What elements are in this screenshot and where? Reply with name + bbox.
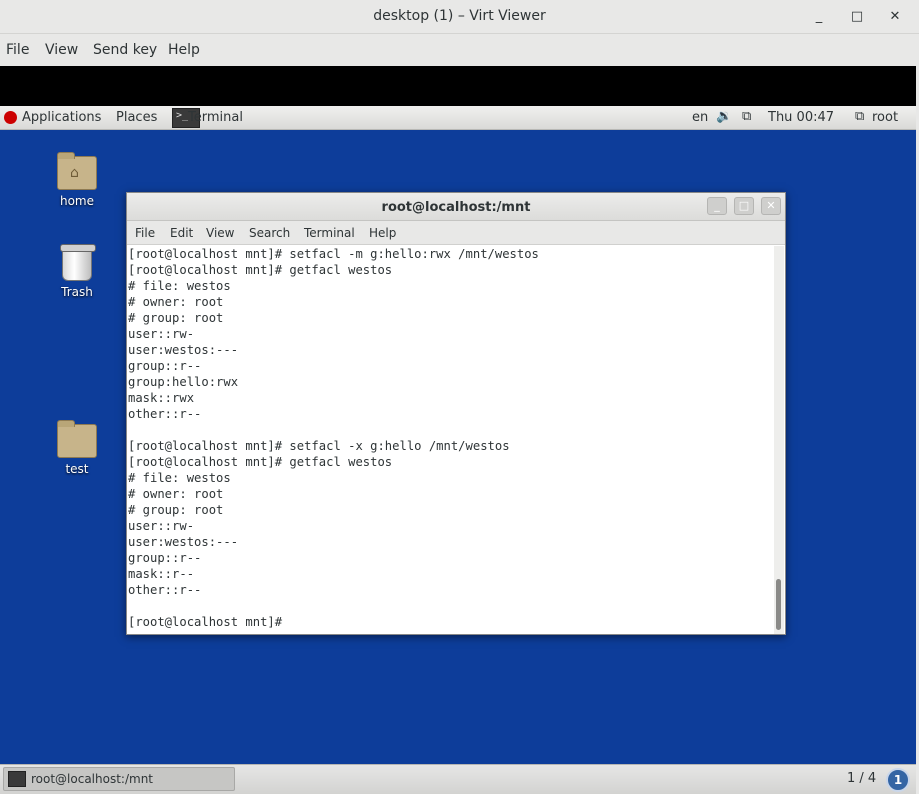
viewer-menu-send-key[interactable]: Send key [93,42,157,58]
terminal-line: mask::r-- [128,567,195,581]
workspace-switcher-button[interactable]: 1 [886,768,910,792]
user-menu[interactable]: root [872,110,898,125]
terminal-output[interactable]: [root@localhost mnt]# setfacl -m g:hello… [128,246,773,634]
terminal-title: root@localhost:/mnt [381,200,531,215]
terminal-line: user:westos:--- [128,535,239,549]
terminal-line: # file: westos [128,471,231,485]
terminal-line: group::r-- [128,359,202,373]
workspace-indicator[interactable]: 1 / 4 [847,771,876,786]
terminal-prompt-line[interactable]: [root@localhost mnt]# [128,614,282,630]
viewer-titlebar: desktop (1) – Virt Viewer _ □ ✕ [0,0,919,34]
terminal-line: mask::rwx [128,391,195,405]
terminal-scroll-thumb[interactable] [776,579,781,630]
viewer-title: desktop (1) – Virt Viewer [373,8,546,24]
terminal-line: other::r-- [128,583,202,597]
terminal-line: # owner: root [128,487,224,501]
terminal-minimize-button[interactable]: _ [707,197,727,215]
terminal-line: user::rw- [128,519,195,533]
desktop-icon-home[interactable]: ⌂ home [45,152,109,208]
terminal-line: group:hello:rwx [128,375,239,389]
viewer-menu-help[interactable]: Help [168,42,200,58]
terminal-close-button[interactable]: ✕ [761,197,781,215]
desktop-icon-trash[interactable]: Trash [45,244,109,299]
folder-icon [57,420,97,458]
taskbar-item-label: root@localhost:/mnt [31,772,154,786]
viewer-menu-view[interactable]: View [45,42,78,58]
terminal-line: group::r-- [128,551,202,565]
applications-menu[interactable]: Applications [22,110,101,125]
terminal-scrollbar[interactable] [774,246,784,634]
user-icon[interactable]: ⧉ [855,109,864,124]
viewer-maximize-button[interactable]: □ [847,7,867,27]
viewer-close-button[interactable]: ✕ [885,7,905,27]
taskbar-item-terminal[interactable]: root@localhost:/mnt [3,767,235,791]
terminal-menu-help[interactable]: Help [369,226,396,240]
terminal-line: user::rw- [128,327,195,341]
terminal-icon [8,771,26,787]
volume-icon[interactable]: 🔉 [716,109,732,124]
terminal-menu-file[interactable]: File [135,226,155,240]
terminal-menubar: File Edit View Search Terminal Help [127,221,785,245]
terminal-menu-edit[interactable]: Edit [170,226,193,240]
viewer-menu-file[interactable]: File [6,42,29,58]
terminal-menu-view[interactable]: View [206,226,234,240]
terminal-line: # group: root [128,311,224,325]
display-letterbox [0,66,916,106]
terminal-window[interactable]: root@localhost:/mnt _ □ ✕ File Edit View… [126,192,786,635]
network-icon[interactable]: ⧉ [742,109,751,124]
terminal-line: # group: root [128,503,224,517]
window-list-bar: root@localhost:/mnt 1 / 4 1 [0,764,916,794]
terminal-line: [root@localhost mnt]# getfacl westos [128,455,393,469]
terminal-line: [root@localhost mnt]# getfacl westos [128,263,393,277]
desktop-icon-label: Trash [61,285,93,299]
viewer-menubar: File View Send key Help [0,34,919,66]
terminal-line: # file: westos [128,279,231,293]
redhat-logo-icon [4,111,17,124]
terminal-titlebar[interactable]: root@localhost:/mnt _ □ ✕ [127,193,785,221]
terminal-line: user:westos:--- [128,343,239,357]
viewer-minimize-button[interactable]: _ [809,7,829,27]
guest-desktop[interactable]: Applications Places Terminal en 🔉 ⧉ Thu … [0,106,916,794]
desktop-icon-label: test [65,462,89,476]
terminal-line: [root@localhost mnt]# setfacl -m g:hello… [128,247,539,261]
home-folder-icon: ⌂ [57,152,97,190]
terminal-menu-terminal[interactable]: Terminal [304,226,355,240]
terminal-line: other::r-- [128,407,202,421]
clock[interactable]: Thu 00:47 [768,110,834,125]
gnome-top-bar: Applications Places Terminal en 🔉 ⧉ Thu … [0,106,916,130]
desktop-icon-label: home [59,194,95,208]
terminal-launcher-label: Terminal [188,110,243,125]
places-menu[interactable]: Places [116,110,157,125]
trash-icon [60,244,96,281]
terminal-line: [root@localhost mnt]# setfacl -x g:hello… [128,439,510,453]
terminal-maximize-button[interactable]: □ [734,197,754,215]
input-language-indicator[interactable]: en [692,110,708,125]
terminal-launcher[interactable]: Terminal [170,106,250,130]
terminal-line: # owner: root [128,295,224,309]
terminal-menu-search[interactable]: Search [249,226,290,240]
desktop-icon-test[interactable]: test [45,420,109,476]
